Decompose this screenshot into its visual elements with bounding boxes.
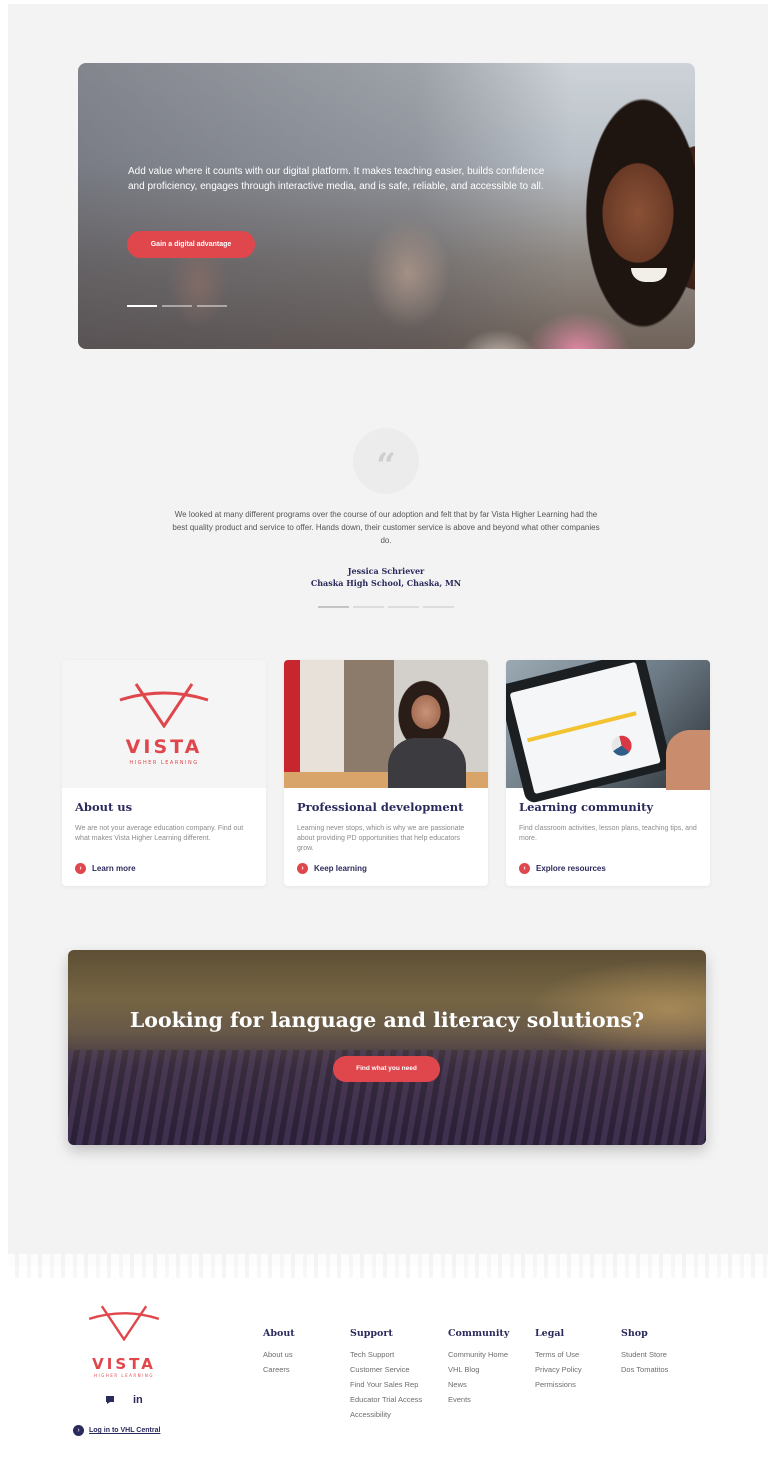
card-link-label[interactable]: Explore resources bbox=[536, 864, 606, 873]
card-description: Find classroom activities, lesson plans,… bbox=[519, 825, 697, 842]
testimonial-slide-indicator-4[interactable] bbox=[423, 606, 454, 608]
footer-column-support: Support Tech Support Customer Service Fi… bbox=[350, 1328, 422, 1422]
hero-cta-button[interactable]: Gain a digital advantage bbox=[127, 231, 255, 258]
quote-icon: “ bbox=[353, 428, 419, 494]
footer-link[interactable]: News bbox=[448, 1377, 509, 1392]
card-title: Professional development bbox=[297, 800, 464, 814]
footer-link[interactable]: Student Store bbox=[621, 1347, 668, 1362]
arrow-right-icon: › bbox=[73, 1425, 84, 1436]
footer-link[interactable]: Dos Tomatitos bbox=[621, 1362, 668, 1377]
photo-tablet-screen bbox=[509, 661, 661, 795]
card-image-teacher-photo bbox=[284, 660, 488, 788]
footer-link[interactable]: Tech Support bbox=[350, 1347, 422, 1362]
arrow-right-icon: › bbox=[297, 863, 308, 874]
footer-heading: Shop bbox=[621, 1328, 648, 1339]
card-link-label[interactable]: Learn more bbox=[92, 864, 136, 873]
card-link-learn-more[interactable]: › Learn more bbox=[75, 863, 136, 874]
footer-heading: Legal bbox=[535, 1328, 565, 1339]
footer-column-about: About About us Careers bbox=[263, 1328, 295, 1377]
card-title: About us bbox=[75, 800, 133, 814]
footer-logo-tagline: HIGHER LEARNING bbox=[94, 1373, 154, 1378]
footer-column-community: Community Community Home VHL Blog News E… bbox=[448, 1328, 509, 1407]
card-description: Learning never stops, which is why we ar… bbox=[297, 825, 465, 852]
vista-logo-icon bbox=[119, 683, 209, 728]
testimonial-pagination bbox=[318, 606, 454, 608]
vista-logo-wordmark: VISTA bbox=[125, 736, 203, 758]
footer-torn-edge bbox=[8, 1254, 768, 1278]
footer-link[interactable]: Privacy Policy bbox=[535, 1362, 582, 1377]
arrow-right-icon: › bbox=[75, 863, 86, 874]
footer-logo[interactable]: VISTA HIGHER LEARNING bbox=[86, 1303, 162, 1378]
card-image-tablet-photo bbox=[506, 660, 710, 805]
footer-link[interactable]: Terms of Use bbox=[535, 1347, 582, 1362]
footer-link[interactable]: Permissions bbox=[535, 1377, 582, 1392]
card-link-keep-learning[interactable]: › Keep learning bbox=[297, 863, 367, 874]
social-links: in bbox=[105, 1394, 143, 1406]
photo-hand bbox=[666, 730, 710, 790]
banner-title: Looking for language and literacy soluti… bbox=[129, 1008, 645, 1032]
banner-overlay bbox=[68, 950, 706, 1145]
footer-logo-wordmark: VISTA bbox=[92, 1355, 156, 1373]
hero-slide-indicator-3[interactable] bbox=[197, 305, 227, 307]
login-link[interactable]: › Log in to VHL Central bbox=[73, 1425, 160, 1436]
footer-link[interactable]: Careers bbox=[263, 1362, 295, 1377]
footer-link[interactable]: About us bbox=[263, 1347, 295, 1362]
footer-link[interactable]: Events bbox=[448, 1392, 509, 1407]
card-link-explore-resources[interactable]: › Explore resources bbox=[519, 863, 606, 874]
footer-heading: Support bbox=[350, 1328, 393, 1339]
card-title: Learning community bbox=[519, 800, 654, 814]
comment-icon[interactable] bbox=[105, 1395, 115, 1405]
hero-slide-indicator-2[interactable] bbox=[162, 305, 192, 307]
vista-logo-icon bbox=[88, 1305, 160, 1342]
hero-text: Add value where it counts with our digit… bbox=[128, 166, 545, 192]
card-learning-community[interactable]: Learning community Find classroom activi… bbox=[506, 660, 710, 886]
footer-link[interactable]: Find Your Sales Rep bbox=[350, 1377, 422, 1392]
footer-heading: About bbox=[263, 1328, 295, 1339]
solutions-banner: Looking for language and literacy soluti… bbox=[68, 950, 706, 1145]
login-label[interactable]: Log in to VHL Central bbox=[89, 1427, 160, 1434]
footer-heading: Community bbox=[448, 1328, 510, 1339]
hero-pagination bbox=[127, 305, 227, 307]
arrow-right-icon: › bbox=[519, 863, 530, 874]
footer-link[interactable]: Customer Service bbox=[350, 1362, 422, 1377]
card-professional-development[interactable]: Professional development Learning never … bbox=[284, 660, 488, 886]
banner-cta-button[interactable]: Find what you need bbox=[333, 1056, 440, 1082]
testimonial-quote: We looked at many different programs ove… bbox=[172, 510, 600, 545]
linkedin-icon[interactable]: in bbox=[133, 1394, 143, 1406]
footer-link[interactable]: VHL Blog bbox=[448, 1362, 509, 1377]
photo-tablet bbox=[506, 660, 673, 805]
footer-link[interactable]: Educator Trial Access bbox=[350, 1392, 422, 1407]
testimonial-author: Jessica Schriever bbox=[347, 566, 425, 576]
card-image-vista-logo: VISTA HIGHER LEARNING bbox=[62, 660, 266, 788]
photo-screen-chart bbox=[609, 733, 634, 758]
testimonial-slide-indicator-3[interactable] bbox=[388, 606, 419, 608]
footer-column-shop: Shop Student Store Dos Tomatitos bbox=[621, 1328, 668, 1377]
testimonial-author-block: Jessica Schriever Chaska High School, Ch… bbox=[250, 565, 522, 589]
card-about-us[interactable]: VISTA HIGHER LEARNING About us We are no… bbox=[62, 660, 266, 886]
card-link-label[interactable]: Keep learning bbox=[314, 864, 367, 873]
photo-person bbox=[388, 738, 466, 788]
footer-column-legal: Legal Terms of Use Privacy Policy Permis… bbox=[535, 1328, 582, 1392]
hero-slide-indicator-1[interactable] bbox=[127, 305, 157, 307]
vista-logo-tagline: HIGHER LEARNING bbox=[129, 760, 199, 766]
testimonial-school: Chaska High School, Chaska, MN bbox=[310, 578, 462, 588]
testimonial-slide-indicator-1[interactable] bbox=[318, 606, 349, 608]
card-description: We are not your average education compan… bbox=[75, 825, 244, 842]
footer-link[interactable]: Community Home bbox=[448, 1347, 509, 1362]
hero-carousel[interactable]: Add value where it counts with our digit… bbox=[78, 63, 695, 349]
testimonial-slide-indicator-2[interactable] bbox=[353, 606, 384, 608]
footer-link[interactable]: Accessibility bbox=[350, 1407, 422, 1422]
